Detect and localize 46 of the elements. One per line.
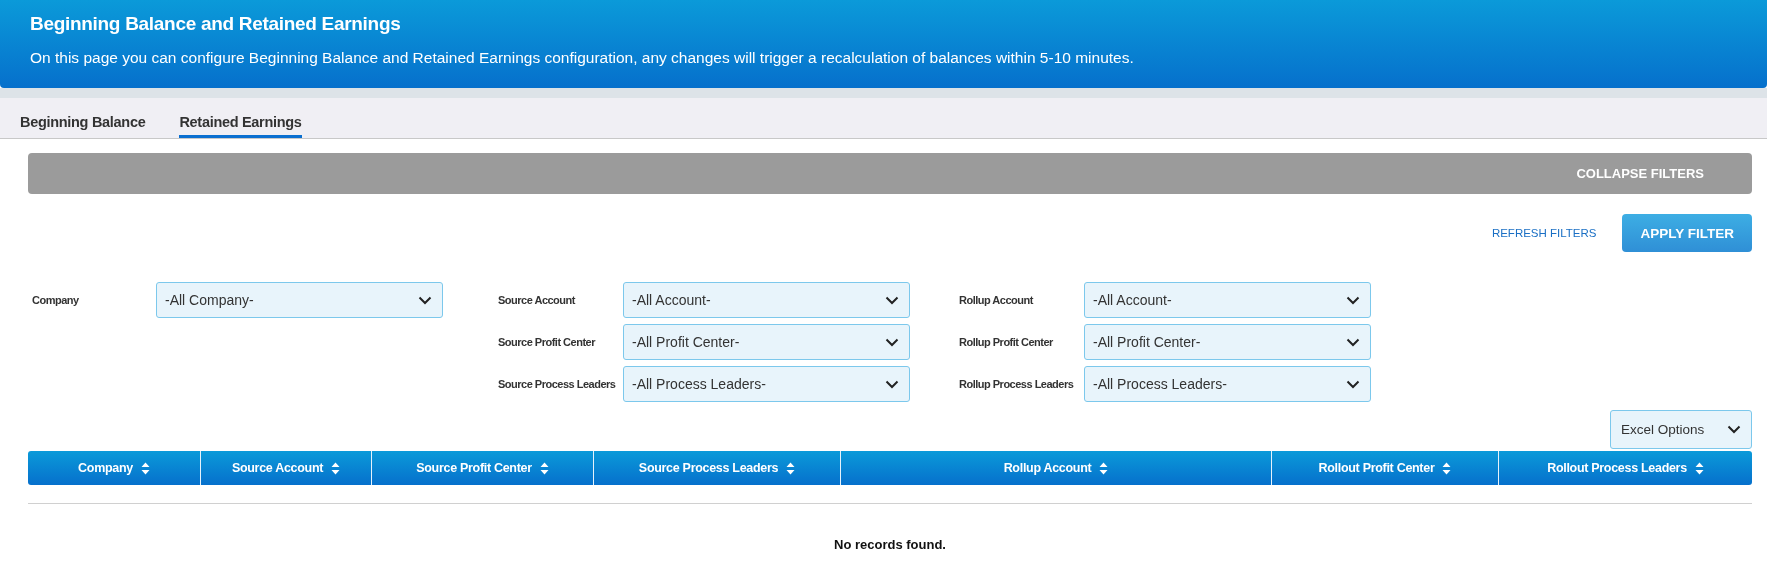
sort-icon <box>1442 461 1452 475</box>
filter-dropdown[interactable]: -All Profit Center- <box>1084 324 1371 360</box>
column-header[interactable]: Source Account <box>201 451 372 485</box>
sort-icon <box>1694 461 1704 475</box>
apply-filter-button[interactable]: APPLY FILTER <box>1622 214 1752 252</box>
filter-dropdown[interactable]: -All Account- <box>623 282 910 318</box>
chevron-down-icon <box>1346 295 1360 305</box>
chevron-down-icon <box>885 295 899 305</box>
column-header[interactable]: Source Profit Center <box>372 451 594 485</box>
chevron-down-icon <box>885 379 899 389</box>
empty-message: No records found. <box>833 537 947 552</box>
sort-icon <box>786 461 796 475</box>
column-header[interactable]: Rollout Process Leaders <box>1499 451 1752 485</box>
chevron-down-icon <box>885 337 899 347</box>
column-header[interactable]: Rollout Profit Center <box>1272 451 1499 485</box>
filter-dropdown[interactable]: -All Process Leaders- <box>623 366 910 402</box>
refresh-filters-link[interactable]: REFRESH FILTERS <box>1491 227 1597 239</box>
chevron-down-icon <box>1346 337 1360 347</box>
filter-label: Company <box>31 294 80 306</box>
tab[interactable]: Retained Earnings <box>179 98 302 138</box>
sort-icon <box>140 461 150 475</box>
filter-dropdown[interactable]: -All Account- <box>1084 282 1371 318</box>
filter-dropdown[interactable]: -All Profit Center- <box>623 324 910 360</box>
filter-label: Rollup Account <box>958 294 1035 306</box>
sort-icon <box>539 461 549 475</box>
column-header[interactable]: Company <box>28 451 201 485</box>
sort-icon <box>331 461 341 475</box>
filter-label: Source Profit Center <box>497 336 597 348</box>
sort-icon <box>1099 461 1109 475</box>
chevron-down-icon <box>418 295 432 305</box>
filter-dropdown[interactable]: -All Process Leaders- <box>1084 366 1371 402</box>
page-description: On this page you can configure Beginning Balance and Retained Earnings configuration, any changes will trigger a recalculation of balances within 5-10 minutes. <box>30 49 1135 67</box>
chevron-down-icon <box>1727 425 1741 434</box>
filter-dropdown[interactable]: -All Company- <box>156 282 443 318</box>
filter-label: Source Account <box>497 294 577 306</box>
collapse-filters-label[interactable]: COLLAPSE FILTERS <box>1576 166 1704 181</box>
column-header[interactable]: Source Process Leaders <box>594 451 841 485</box>
tab[interactable]: Beginning Balance <box>20 98 146 138</box>
collapse-filters-bar[interactable]: COLLAPSE FILTERS <box>28 153 1752 194</box>
page-title: Beginning Balance and Retained Earnings <box>30 12 402 35</box>
filter-label: Rollup Process Leaders <box>958 378 1075 390</box>
filter-label: Source Process Leaders <box>497 378 617 390</box>
column-header[interactable]: Rollup Account <box>841 451 1272 485</box>
chevron-down-icon <box>1346 379 1360 389</box>
filter-label: Rollup Profit Center <box>958 336 1054 348</box>
excel-options-dropdown[interactable]: Excel Options <box>1610 410 1752 449</box>
